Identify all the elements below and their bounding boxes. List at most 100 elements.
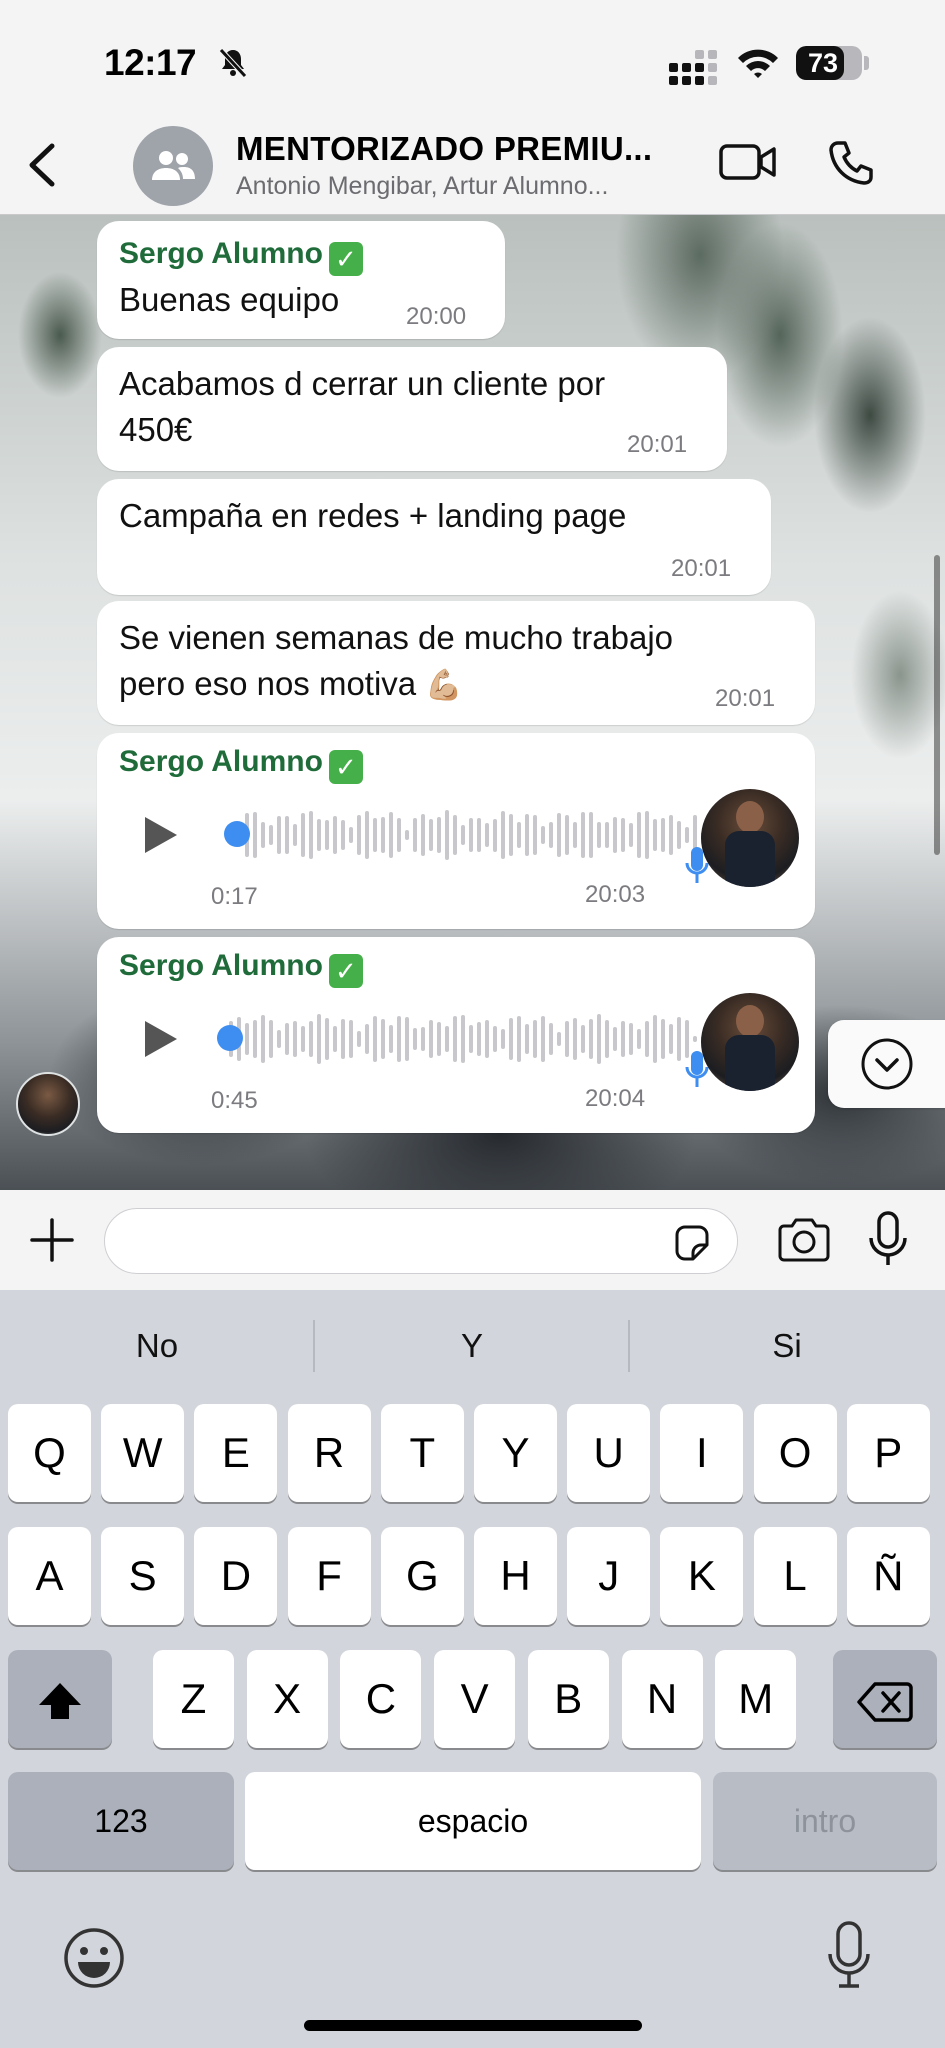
suggestion-divider xyxy=(628,1320,630,1372)
key-o[interactable]: O xyxy=(753,1404,837,1502)
group-avatar[interactable] xyxy=(133,126,213,206)
sender-avatar[interactable] xyxy=(701,993,799,1091)
key-s[interactable]: S xyxy=(101,1527,185,1625)
backspace-key[interactable] xyxy=(833,1650,937,1748)
message-bubble[interactable]: Se vienen semanas de mucho trabajo pero … xyxy=(97,601,815,725)
microphone-icon[interactable] xyxy=(868,1210,908,1268)
chevron-down-circle-icon xyxy=(861,1038,912,1090)
backspace-icon xyxy=(857,1682,913,1722)
key-z[interactable]: Z xyxy=(153,1650,234,1748)
message-line: 450€ xyxy=(119,411,193,448)
voice-waveform[interactable] xyxy=(229,1011,721,1067)
suggestion-item[interactable]: Si xyxy=(637,1316,937,1376)
key-d[interactable]: D xyxy=(194,1527,278,1625)
sender-side-avatar[interactable] xyxy=(16,1072,80,1136)
waveform-bar xyxy=(637,812,641,858)
emoji-icon[interactable] xyxy=(62,1926,126,1990)
voice-message-bubble[interactable]: Sergo Alumno ✓ 0:45 20:04 xyxy=(97,937,815,1133)
waveform-bar xyxy=(597,1014,601,1064)
battery-icon: 73 xyxy=(796,46,862,80)
key-f[interactable]: F xyxy=(287,1527,371,1625)
key-g[interactable]: G xyxy=(380,1527,464,1625)
waveform-bar xyxy=(245,1023,249,1055)
waveform-bar xyxy=(661,1018,665,1060)
message-input-bar xyxy=(0,1190,945,1290)
sender-avatar[interactable] xyxy=(701,789,799,887)
suggestion-divider xyxy=(313,1320,315,1372)
video-call-icon[interactable] xyxy=(718,140,778,184)
suggestion-item[interactable]: No xyxy=(7,1316,307,1376)
waveform-bar xyxy=(429,1020,433,1058)
key-y[interactable]: Y xyxy=(474,1404,557,1502)
play-icon[interactable] xyxy=(141,1017,181,1061)
key-k[interactable]: K xyxy=(660,1527,744,1625)
waveform-bar xyxy=(341,1018,345,1060)
return-key[interactable]: intro xyxy=(713,1772,937,1870)
wifi-icon xyxy=(738,49,778,78)
voice-waveform[interactable] xyxy=(237,807,729,863)
voice-progress-dot[interactable] xyxy=(217,1025,243,1051)
key-ñ[interactable]: Ñ xyxy=(846,1527,930,1625)
waveform-bar xyxy=(637,1028,641,1050)
back-chevron-icon[interactable] xyxy=(22,140,62,190)
key-c[interactable]: C xyxy=(340,1650,422,1748)
plus-icon[interactable] xyxy=(28,1216,76,1264)
key-v[interactable]: V xyxy=(434,1650,516,1748)
key-a[interactable]: A xyxy=(8,1527,91,1625)
waveform-bar xyxy=(581,812,585,858)
camera-icon[interactable] xyxy=(776,1216,832,1264)
waveform-bar xyxy=(325,820,329,850)
voice-message-bubble[interactable]: Sergo Alumno ✓ 0:17 20:03 xyxy=(97,733,815,929)
waveform-bar xyxy=(285,1022,289,1056)
chat-area[interactable]: Sergo Alumno ✓ Buenas equipo 20:00 Acabam… xyxy=(0,215,945,1190)
sender-name: Sergo Alumno ✓ xyxy=(119,745,363,784)
waveform-bar xyxy=(509,1017,513,1061)
key-x[interactable]: X xyxy=(246,1650,328,1748)
key-p[interactable]: P xyxy=(846,1404,930,1502)
waveform-bar xyxy=(429,819,433,851)
key-u[interactable]: U xyxy=(567,1404,651,1502)
numbers-key[interactable]: 123 xyxy=(8,1772,234,1870)
group-people-icon xyxy=(152,151,195,180)
message-bubble[interactable]: Campaña en redes + landing page 20:01 xyxy=(97,479,771,595)
waveform-bar xyxy=(277,816,281,854)
key-h[interactable]: H xyxy=(474,1527,557,1625)
waveform-bar xyxy=(285,816,289,854)
avatar-head xyxy=(736,801,764,833)
voice-progress-dot[interactable] xyxy=(224,821,250,847)
chat-title[interactable]: MENTORIZADO PREMIU... xyxy=(236,130,696,168)
key-b[interactable]: B xyxy=(527,1650,609,1748)
shift-arrow-icon xyxy=(39,1682,81,1719)
scroll-to-bottom-button[interactable] xyxy=(828,1020,945,1108)
key-e[interactable]: E xyxy=(194,1404,278,1502)
dictation-mic-icon[interactable] xyxy=(826,1920,872,1990)
waveform-bar xyxy=(565,814,569,856)
message-bubble[interactable]: Sergo Alumno ✓ Buenas equipo 20:00 xyxy=(97,221,505,339)
waveform-bar xyxy=(613,1027,617,1051)
chat-participants[interactable]: Antonio Mengibar, Artur Alumno... xyxy=(236,172,686,201)
key-l[interactable]: L xyxy=(753,1527,837,1625)
waveform-bar xyxy=(461,825,465,845)
waveform-bar xyxy=(541,1016,545,1062)
key-t[interactable]: T xyxy=(380,1404,464,1502)
waveform-bar xyxy=(541,825,545,845)
shift-key[interactable] xyxy=(8,1650,112,1748)
suggestion-item[interactable]: Y xyxy=(322,1316,622,1376)
key-i[interactable]: I xyxy=(660,1404,744,1502)
message-input[interactable] xyxy=(104,1208,738,1274)
key-q[interactable]: Q xyxy=(8,1404,91,1502)
waveform-bar xyxy=(421,813,425,857)
key-r[interactable]: R xyxy=(287,1404,371,1502)
key-j[interactable]: J xyxy=(567,1527,651,1625)
space-key[interactable]: espacio xyxy=(245,1772,701,1870)
key-m[interactable]: M xyxy=(715,1650,797,1748)
waveform-bar xyxy=(589,811,593,859)
waveform-bar xyxy=(669,814,673,856)
key-n[interactable]: N xyxy=(621,1650,703,1748)
play-icon[interactable] xyxy=(141,813,181,857)
message-bubble[interactable]: Acabamos d cerrar un cliente por 450€ 20… xyxy=(97,347,727,471)
waveform-bar xyxy=(549,821,553,849)
sticker-icon[interactable] xyxy=(671,1223,711,1263)
key-w[interactable]: W xyxy=(101,1404,185,1502)
phone-call-icon[interactable] xyxy=(826,138,876,188)
